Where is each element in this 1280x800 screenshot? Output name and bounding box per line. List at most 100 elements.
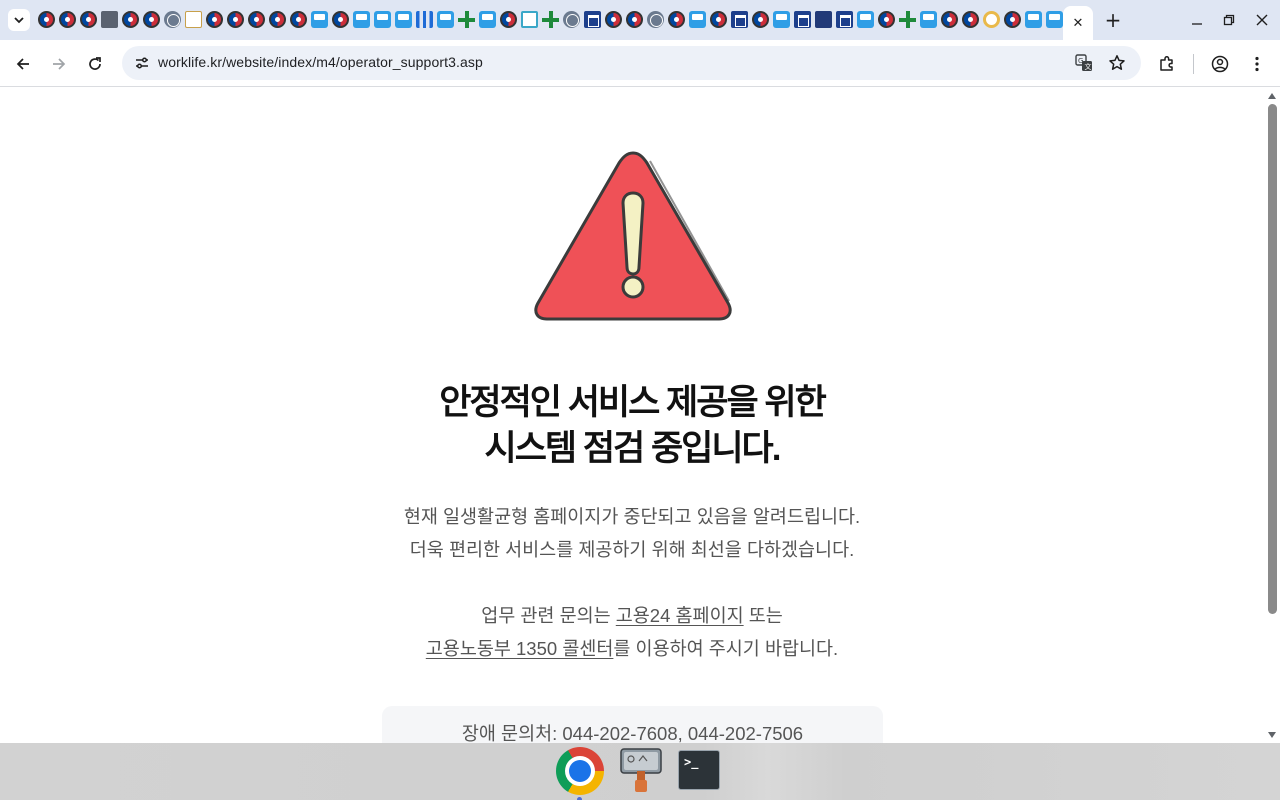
tab-favicon-blue-icon[interactable] xyxy=(773,11,790,28)
title-line-1: 안정적인 서비스 제공을 위한 xyxy=(439,383,827,422)
tab-favicon-outline-icon[interactable] xyxy=(521,11,538,28)
tab-favicon-gov-icon[interactable] xyxy=(80,11,97,28)
profile-button[interactable] xyxy=(1208,52,1232,76)
tab-favicon-blue-icon[interactable] xyxy=(920,11,937,28)
tab-favicon-gov-icon[interactable] xyxy=(605,11,622,28)
menu-button[interactable] xyxy=(1245,52,1269,76)
translate-button[interactable]: G文 xyxy=(1072,51,1096,75)
restore-icon xyxy=(1223,14,1235,26)
svg-text:文: 文 xyxy=(1085,62,1092,71)
tab-favicon-globe-icon[interactable] xyxy=(647,11,664,28)
terminal-prompt: >_ xyxy=(684,755,699,769)
tab-favicon-blue-icon[interactable] xyxy=(479,11,496,28)
arrow-left-icon xyxy=(16,58,29,70)
tab-favicon-gov-icon[interactable] xyxy=(710,11,727,28)
tab-favicon-house-icon[interactable] xyxy=(731,11,748,28)
inquiry-or: 또는 xyxy=(743,605,783,626)
tab-favicon-gov-icon[interactable] xyxy=(1004,11,1021,28)
tab-favicon-gov-icon[interactable] xyxy=(143,11,160,28)
inquiry-line-2: 고용노동부 1350 콜센터를 이용하여 주시기 바랍니다. xyxy=(0,632,1264,665)
tab-favicon-blue-icon[interactable] xyxy=(311,11,328,28)
tab-favicon-gov-icon[interactable] xyxy=(206,11,223,28)
inquiry-text: 업무 관련 문의는 고용24 홈페이지 또는 고용노동부 1350 콜센터를 이… xyxy=(0,599,1264,665)
site-info-button[interactable] xyxy=(130,51,154,75)
account-icon xyxy=(1211,55,1229,73)
star-icon xyxy=(1109,55,1125,70)
tab-favicon-house-icon[interactable] xyxy=(584,11,601,28)
close-tab-icon[interactable]: ✕ xyxy=(1073,16,1084,31)
tab-favicon-gov-icon[interactable] xyxy=(269,11,286,28)
title-line-2: 시스템 점검 중입니다. xyxy=(484,429,782,468)
tab-favicon-house-icon[interactable] xyxy=(794,11,811,28)
extensions-button[interactable] xyxy=(1155,52,1179,76)
bookmark-button[interactable] xyxy=(1105,51,1129,75)
tab-search-button[interactable] xyxy=(8,9,30,31)
tab-favicon-gov-icon[interactable] xyxy=(38,11,55,28)
tab-favicon-gov-icon[interactable] xyxy=(962,11,979,28)
active-tab[interactable]: ✕ xyxy=(1063,6,1093,40)
reload-icon xyxy=(89,57,101,70)
tab-favicon-navy-icon[interactable] xyxy=(815,11,832,28)
inquiry-suffix: 를 이용하여 주시기 바랍니다. xyxy=(613,638,839,659)
tab-favicon-ring-icon[interactable] xyxy=(983,11,1000,28)
tab-favicon-gov-icon[interactable] xyxy=(248,11,265,28)
terminal-icon[interactable]: >_ xyxy=(678,750,720,790)
new-tab-button[interactable]: + xyxy=(1102,9,1124,31)
tab-favicon-blue-icon[interactable] xyxy=(353,11,370,28)
scroll-down-arrow-icon[interactable] xyxy=(1268,732,1276,738)
tab-favicon-blue-icon[interactable] xyxy=(374,11,391,28)
tab-favicon-gov-icon[interactable] xyxy=(122,11,139,28)
close-icon xyxy=(1256,14,1268,26)
page-scrollbar[interactable] xyxy=(1264,88,1280,743)
pinned-tabs xyxy=(38,11,1084,29)
tab-favicon-folder-icon[interactable] xyxy=(101,11,118,28)
maximize-button[interactable] xyxy=(1218,9,1240,31)
tab-favicon-blue-icon[interactable] xyxy=(857,11,874,28)
minimize-icon xyxy=(1192,23,1202,25)
tab-favicon-gov-icon[interactable] xyxy=(752,11,769,28)
tab-favicon-house-icon[interactable] xyxy=(836,11,853,28)
tab-favicon-gov-icon[interactable] xyxy=(227,11,244,28)
tab-favicon-blue-icon[interactable] xyxy=(1046,11,1063,28)
tab-favicon-blue-icon[interactable] xyxy=(1025,11,1042,28)
tab-favicon-plus-icon[interactable] xyxy=(542,11,559,28)
tab-favicon-gov-icon[interactable] xyxy=(941,11,958,28)
tab-favicon-gov-icon[interactable] xyxy=(59,11,76,28)
contact-box: 장애 문의처: 044-202-7608, 044-202-7506 xyxy=(382,706,883,743)
chrome-icon[interactable] xyxy=(556,747,604,795)
page-title: 안정적인 서비스 제공을 위한 시스템 점검 중입니다. xyxy=(0,380,1264,472)
scroll-up-arrow-icon[interactable] xyxy=(1268,93,1276,99)
tab-favicon-gov-icon[interactable] xyxy=(668,11,685,28)
tool-icon[interactable] xyxy=(619,747,667,795)
scrollbar-thumb[interactable] xyxy=(1268,104,1277,614)
tab-favicon-plus-icon[interactable] xyxy=(458,11,475,28)
tab-favicon-globe-icon[interactable] xyxy=(563,11,580,28)
forward-button[interactable] xyxy=(47,52,71,76)
tab-favicon-blue-icon[interactable] xyxy=(689,11,706,28)
minimize-button[interactable] xyxy=(1186,9,1208,31)
address-bar[interactable]: worklife.kr/website/index/m4/operator_su… xyxy=(122,46,1141,80)
url-text[interactable]: worklife.kr/website/index/m4/operator_su… xyxy=(158,54,483,70)
inquiry-prefix: 업무 관련 문의는 xyxy=(481,605,616,626)
tab-favicon-gov-icon[interactable] xyxy=(332,11,349,28)
tab-favicon-plus-icon[interactable] xyxy=(899,11,916,28)
tab-favicon-blue-icon[interactable] xyxy=(437,11,454,28)
tab-favicon-gov-icon[interactable] xyxy=(878,11,895,28)
tune-icon xyxy=(136,57,148,69)
tab-favicon-bars-icon[interactable] xyxy=(416,11,433,28)
tab-favicon-gov-icon[interactable] xyxy=(626,11,643,28)
close-window-button[interactable] xyxy=(1251,9,1273,31)
tab-favicon-globe-icon[interactable] xyxy=(164,11,181,28)
tab-favicon-tiny-icon[interactable] xyxy=(185,11,202,28)
tab-favicon-blue-icon[interactable] xyxy=(395,11,412,28)
reload-button[interactable] xyxy=(83,52,107,76)
chevron-down-icon xyxy=(14,17,24,24)
tab-favicon-gov-icon[interactable] xyxy=(500,11,517,28)
callcenter-link[interactable]: 고용노동부 1350 콜센터 xyxy=(426,638,614,659)
tab-favicon-gov-icon[interactable] xyxy=(290,11,307,28)
plus-icon: + xyxy=(1104,8,1122,32)
more-vert-icon xyxy=(1255,56,1259,72)
notice-text: 현재 일생활균형 홈페이지가 중단되고 있음을 알려드립니다. 더욱 편리한 서… xyxy=(0,500,1264,566)
back-button[interactable] xyxy=(11,52,35,76)
goyong24-link[interactable]: 고용24 홈페이지 xyxy=(616,605,744,626)
